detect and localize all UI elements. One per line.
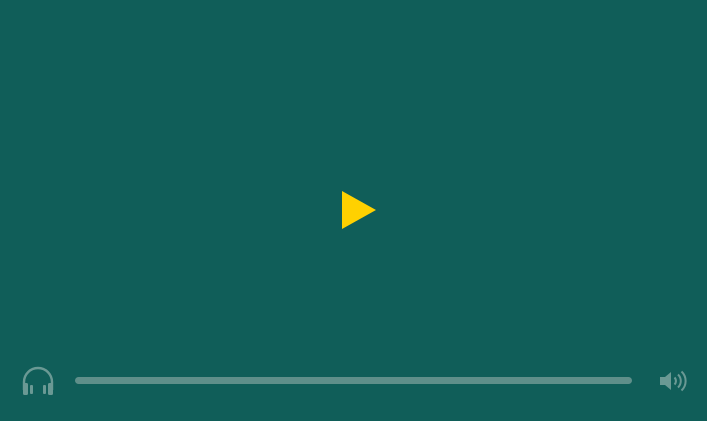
controls-bar xyxy=(0,362,707,400)
progress-bar[interactable] xyxy=(75,377,632,384)
headphones-icon xyxy=(22,366,54,395)
play-icon xyxy=(342,191,376,229)
volume-icon xyxy=(660,370,687,392)
play-button[interactable] xyxy=(336,186,382,234)
headphones-button[interactable] xyxy=(20,364,56,398)
volume-button[interactable] xyxy=(657,367,687,395)
audio-player xyxy=(0,0,707,421)
